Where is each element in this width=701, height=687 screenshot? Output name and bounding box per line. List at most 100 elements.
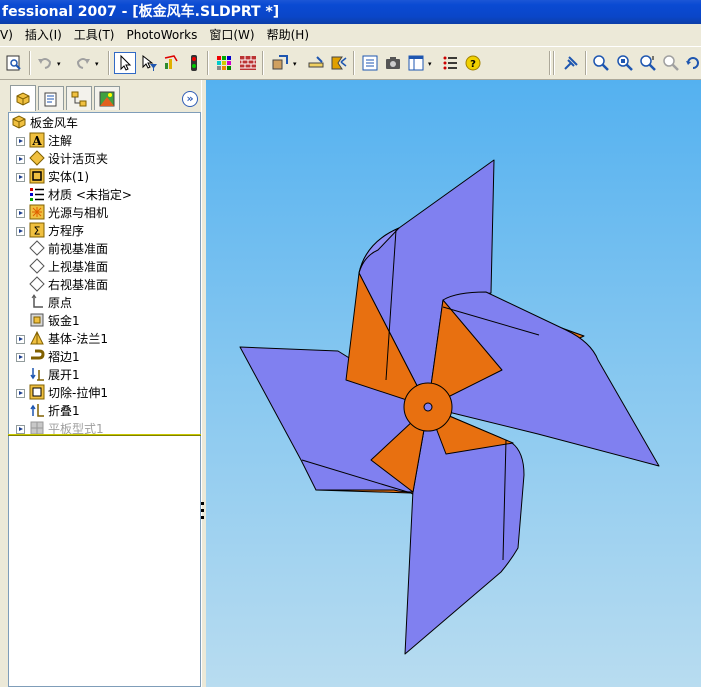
help-icon[interactable]: ? [462, 52, 484, 74]
mass-properties-icon[interactable] [328, 52, 350, 74]
rebuild-icon[interactable] [160, 52, 182, 74]
property-manager-tab[interactable] [38, 86, 64, 110]
zoom-area-icon[interactable] [614, 52, 636, 74]
redo-dropdown-icon[interactable]: ▾ [95, 61, 101, 68]
toolbar-separator [585, 51, 587, 75]
unfold-icon [30, 368, 44, 381]
tree-root-label: 板金风车 [30, 115, 79, 130]
display-manager-tab[interactable] [94, 86, 120, 110]
properties-list-icon[interactable] [359, 52, 381, 74]
menu-help[interactable]: 帮助(H) [261, 25, 315, 45]
graphics-area[interactable] [206, 80, 701, 687]
options-grid-icon[interactable] [213, 52, 235, 74]
toolbar-separator [549, 51, 551, 75]
configuration-manager-tab[interactable] [66, 86, 92, 110]
window-layout-icon[interactable] [405, 52, 427, 74]
expand-toggle-icon[interactable] [16, 353, 25, 362]
traffic-light-icon[interactable] [183, 52, 205, 74]
hem-icon [31, 349, 45, 360]
expand-toggle-icon[interactable] [16, 173, 25, 182]
tree-item-annotations[interactable]: A 注解 [29, 131, 72, 149]
feature-manager-tab[interactable] [10, 85, 36, 111]
solid-bodies-icon [29, 168, 45, 184]
tree-item-top-plane[interactable]: 上视基准面 [29, 257, 108, 275]
menu-tools[interactable]: 工具(T) [68, 25, 121, 45]
standard-toolbar: ▾ ▾ ▾ ▾ ? [0, 46, 701, 80]
print-preview-icon[interactable] [3, 52, 25, 74]
appearance-icon[interactable] [269, 52, 291, 74]
hub-hole [423, 402, 433, 412]
expand-toggle-icon[interactable] [16, 389, 25, 398]
sheet-metal-icon [30, 313, 44, 327]
annotations-icon: A [29, 132, 45, 148]
expand-toggle-icon[interactable] [16, 227, 25, 236]
zoom-to-fit-icon[interactable] [590, 52, 612, 74]
toolbar-separator [553, 51, 555, 75]
toolbar-separator [207, 51, 209, 75]
material-icon [30, 188, 44, 201]
plane-icon [29, 258, 45, 274]
rollback-bar[interactable] [8, 434, 201, 436]
title-bar: fessional 2007 - [板金风车.SLDPRT *] [0, 0, 701, 24]
appearance-dropdown-icon[interactable]: ▾ [293, 61, 299, 68]
solidworks-window: fessional 2007 - [板金风车.SLDPRT *] V) 插入(I… [0, 0, 701, 687]
tree-item-material[interactable]: 材质 <未指定> [29, 185, 132, 203]
brick-wall-icon[interactable] [237, 52, 259, 74]
tree-item-unfold[interactable]: 展开1 [29, 365, 80, 383]
measure-icon[interactable] [305, 52, 327, 74]
menu-bar: V) 插入(I) 工具(T) PhotoWorks 窗口(W) 帮助(H) [0, 24, 701, 46]
tree-item-fold[interactable]: 折叠1 [29, 401, 80, 419]
tree-item-design-binder[interactable]: 设计活页夹 [29, 149, 108, 167]
plane-icon [29, 240, 45, 256]
plane-icon [29, 276, 45, 292]
fold-icon [30, 404, 44, 417]
expand-toggle-icon[interactable] [16, 425, 25, 434]
feature-tree: 板金风车 A 注解 设计活页夹 实体(1) 材质 <未指定> 光源与相机 Σ 方… [8, 112, 201, 687]
zoom-in-out-icon[interactable] [637, 52, 659, 74]
undo-dropdown-icon[interactable]: ▾ [57, 61, 63, 68]
rotate-view-icon[interactable] [682, 52, 701, 74]
undo-icon[interactable] [34, 52, 56, 74]
expand-toggle-icon[interactable] [16, 209, 25, 218]
panel-expander-button[interactable]: » [182, 91, 198, 107]
expand-toggle-icon[interactable] [16, 137, 25, 146]
panel-tabs: » [0, 80, 206, 112]
bulleted-list-icon[interactable] [439, 52, 461, 74]
tree-item-origin[interactable]: 原点 [29, 293, 72, 311]
svg-text:Σ: Σ [34, 225, 41, 238]
redo-icon[interactable] [72, 52, 94, 74]
origin-icon [31, 294, 43, 308]
tree-item-front-plane[interactable]: 前视基准面 [29, 239, 108, 257]
pinwheel-model [239, 159, 660, 655]
design-binder-icon [29, 150, 45, 166]
window-layout-dropdown-icon[interactable]: ▾ [428, 61, 434, 68]
tree-item-right-plane[interactable]: 右视基准面 [29, 275, 108, 293]
zoom-selection-icon[interactable] [660, 52, 682, 74]
tree-root[interactable]: 板金风车 [11, 113, 78, 131]
toolbar-separator [108, 51, 110, 75]
lights-cameras-icon [29, 204, 45, 220]
tree-item-lights-cameras[interactable]: 光源与相机 [29, 203, 108, 221]
base-flange-icon [30, 330, 44, 345]
expand-toggle-icon[interactable] [16, 155, 25, 164]
select-filter-icon[interactable] [138, 52, 160, 74]
menu-view[interactable]: V) [0, 25, 19, 45]
toolbar-separator [29, 51, 31, 75]
tree-item-hem[interactable]: 褶边1 [29, 347, 80, 365]
tree-item-equations[interactable]: Σ 方程序 [29, 221, 84, 239]
equations-icon: Σ [29, 222, 45, 238]
toolbar-separator [353, 51, 355, 75]
tree-item-sheet-metal[interactable]: 钣金1 [29, 311, 80, 329]
select-arrow-icon[interactable] [114, 52, 136, 74]
svg-text:A: A [31, 134, 42, 148]
tree-item-base-flange[interactable]: 基体-法兰1 [29, 329, 108, 347]
tree-item-cut-extrude[interactable]: 切除-拉伸1 [29, 383, 108, 401]
menu-insert[interactable]: 插入(I) [19, 25, 68, 45]
tree-item-solid-bodies[interactable]: 实体(1) [29, 167, 89, 185]
feature-manager-panel: » 板金风车 A 注解 设计活页夹 实体(1) 材质 <未指定> 光源与相机 Σ… [0, 80, 206, 687]
expand-toggle-icon[interactable] [16, 335, 25, 344]
pin-icon[interactable] [560, 52, 582, 74]
camera-icon[interactable] [382, 52, 404, 74]
menu-photoworks[interactable]: PhotoWorks [121, 25, 204, 45]
menu-window[interactable]: 窗口(W) [203, 25, 260, 45]
